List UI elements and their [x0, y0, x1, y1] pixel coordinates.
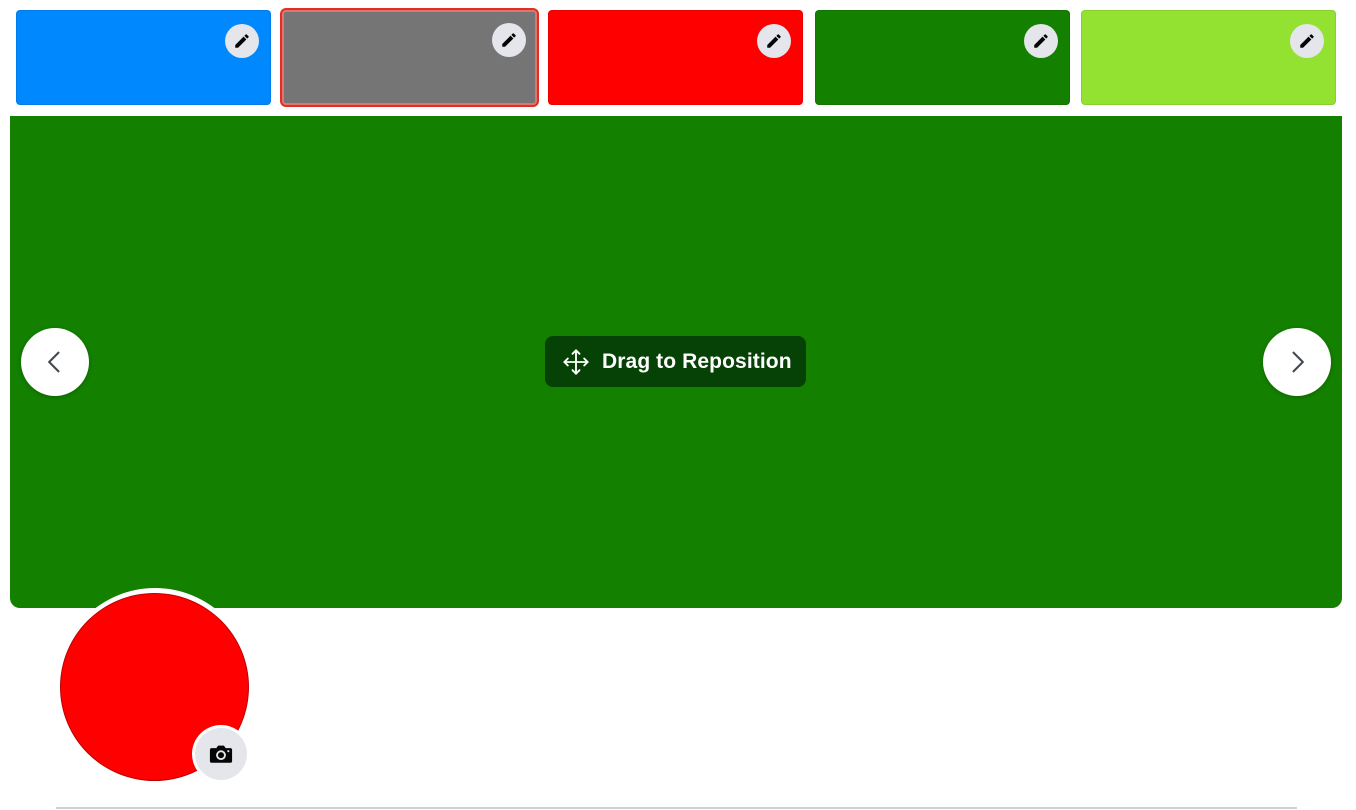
drag-to-reposition-hint: Drag to Reposition — [545, 336, 806, 387]
cover-swatch-green[interactable] — [815, 10, 1070, 105]
pencil-icon — [1034, 34, 1048, 48]
pencil-icon — [235, 34, 249, 48]
drag-to-reposition-label: Drag to Reposition — [602, 349, 792, 373]
move-arrows-icon — [563, 348, 589, 375]
chevron-left-icon — [48, 351, 60, 373]
previous-cover-button[interactable] — [21, 328, 89, 396]
cover-photo[interactable]: Drag to Reposition — [10, 116, 1342, 608]
cover-photo-editor: Drag to Reposition — [0, 0, 1356, 810]
cover-swatch-red[interactable] — [548, 10, 803, 105]
edit-swatch-button[interactable] — [757, 24, 791, 58]
edit-swatch-button[interactable] — [1290, 24, 1324, 58]
cover-swatch-lime[interactable] — [1081, 10, 1336, 105]
edit-swatch-button[interactable] — [1024, 24, 1058, 58]
edit-swatch-button[interactable] — [492, 23, 526, 57]
cover-swatch-gray[interactable] — [282, 10, 537, 105]
pencil-icon — [1300, 34, 1314, 48]
pencil-icon — [502, 33, 516, 47]
cover-swatch-blue[interactable] — [16, 10, 271, 105]
camera-icon — [209, 745, 233, 763]
section-divider — [56, 807, 1297, 809]
next-cover-button[interactable] — [1263, 328, 1331, 396]
edit-swatch-button[interactable] — [225, 24, 259, 58]
pencil-icon — [767, 34, 781, 48]
change-profile-photo-button[interactable] — [195, 728, 247, 780]
chevron-right-icon — [1292, 351, 1304, 373]
